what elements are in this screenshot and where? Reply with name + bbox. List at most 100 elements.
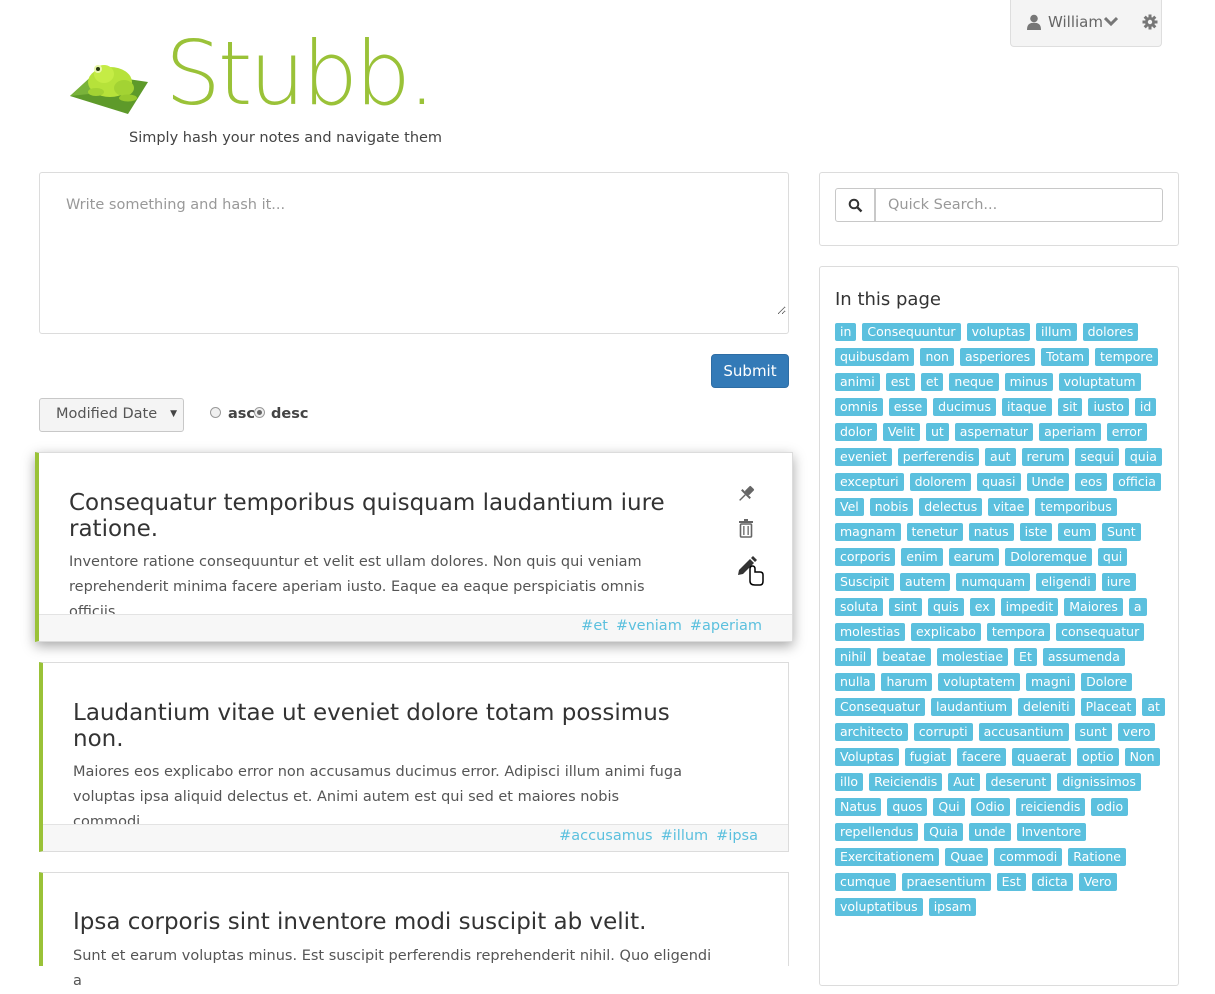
tag-pill[interactable]: vitae — [988, 498, 1030, 516]
desc-radio[interactable] — [254, 407, 265, 418]
tag-pill[interactable]: Quae — [945, 848, 989, 866]
tag-pill[interactable]: id — [1134, 398, 1157, 416]
tag-pill[interactable]: corrupti — [913, 723, 973, 741]
tag-pill[interactable]: deserunt — [985, 773, 1052, 791]
tag-pill[interactable]: Consequatur — [835, 698, 925, 716]
tag-pill[interactable]: esse — [888, 398, 928, 416]
tag-pill[interactable]: facere — [956, 748, 1007, 766]
tag-pill[interactable]: tempora — [986, 623, 1051, 641]
tag-pill[interactable]: sit — [1057, 398, 1083, 416]
tag-pill[interactable]: unde — [969, 823, 1011, 841]
tag-pill[interactable]: tenetur — [906, 523, 963, 541]
tag-pill[interactable]: voluptatum — [1058, 373, 1141, 391]
tag-pill[interactable]: quibusdam — [835, 348, 915, 366]
sort-select[interactable]: Modified Date ▼ — [39, 398, 184, 432]
tag-pill[interactable]: voluptatibus — [835, 898, 923, 916]
tag-pill[interactable]: error — [1106, 423, 1148, 441]
tag-pill[interactable]: et — [920, 373, 944, 391]
pin-icon[interactable] — [736, 484, 756, 504]
tag-pill[interactable]: neque — [949, 373, 999, 391]
tag-pill[interactable]: odio — [1091, 798, 1129, 816]
tag-pill[interactable]: Non — [1124, 748, 1160, 766]
tag-pill[interactable]: Dolore — [1081, 673, 1133, 691]
tag-pill[interactable]: aut — [985, 448, 1016, 466]
tag-pill[interactable]: itaque — [1001, 398, 1052, 416]
tag-pill[interactable]: commodi — [994, 848, 1063, 866]
tag-pill[interactable]: enim — [901, 548, 943, 566]
tag-pill[interactable]: dolores — [1082, 323, 1139, 341]
search-button[interactable] — [835, 188, 875, 222]
tag-pill[interactable]: voluptatem — [938, 673, 1020, 691]
tag-pill[interactable]: Voluptas — [835, 748, 899, 766]
tag-pill[interactable]: aspernatur — [954, 423, 1034, 441]
tag-pill[interactable]: Inventore — [1016, 823, 1087, 841]
tag-pill[interactable]: Ratione — [1068, 848, 1126, 866]
tag-pill[interactable]: repellendus — [835, 823, 919, 841]
tag-pill[interactable]: beatae — [877, 648, 931, 666]
tag-pill[interactable]: Qui — [933, 798, 965, 816]
tag-pill[interactable]: Vel — [835, 498, 864, 516]
note-card[interactable]: Laudantium vitae ut eveniet dolore totam… — [39, 662, 789, 852]
gear-icon[interactable] — [1142, 14, 1158, 30]
tag-pill[interactable]: dicta — [1031, 873, 1073, 891]
tag-pill[interactable]: Exercitationem — [835, 848, 940, 866]
tag-pill[interactable]: eos — [1075, 473, 1108, 491]
tag-pill[interactable]: dolorem — [909, 473, 972, 491]
tag-link[interactable]: #ipsa — [716, 828, 758, 844]
tag-pill[interactable]: eligendi — [1036, 573, 1096, 591]
tag-link[interactable]: #veniam — [616, 618, 682, 634]
tag-pill[interactable]: Unde — [1026, 473, 1070, 491]
tag-link[interactable]: #et — [581, 618, 608, 634]
tag-pill[interactable]: iusto — [1088, 398, 1129, 416]
tag-pill[interactable]: Aut — [948, 773, 980, 791]
tag-link[interactable]: #accusamus — [559, 828, 652, 844]
tag-pill[interactable]: ex — [969, 598, 995, 616]
tag-pill[interactable]: assumenda — [1042, 648, 1125, 666]
tag-pill[interactable]: consequatur — [1056, 623, 1145, 641]
tag-pill[interactable]: Velit — [882, 423, 920, 441]
tag-pill[interactable]: ut — [925, 423, 949, 441]
tag-pill[interactable]: quos — [887, 798, 928, 816]
note-input[interactable] — [60, 191, 786, 315]
tag-pill[interactable]: Placeat — [1080, 698, 1137, 716]
tag-pill[interactable]: laudantium — [930, 698, 1013, 716]
tag-pill[interactable]: corporis — [835, 548, 896, 566]
tag-pill[interactable]: illum — [1036, 323, 1077, 341]
tag-pill[interactable]: nulla — [835, 673, 876, 691]
tag-pill[interactable]: temporibus — [1035, 498, 1117, 516]
tag-pill[interactable]: Vero — [1078, 873, 1117, 891]
tag-pill[interactable]: dolor — [835, 423, 877, 441]
tag-pill[interactable]: tempore — [1095, 348, 1158, 366]
tag-pill[interactable]: in — [835, 323, 857, 341]
tag-pill[interactable]: omnis — [835, 398, 883, 416]
tag-pill[interactable]: dignissimos — [1057, 773, 1141, 791]
tag-pill[interactable]: magni — [1026, 673, 1076, 691]
tag-pill[interactable]: excepturi — [835, 473, 904, 491]
tag-pill[interactable]: reiciendis — [1015, 798, 1086, 816]
tag-link[interactable]: #aperiam — [690, 618, 762, 634]
tag-pill[interactable]: molestiae — [936, 648, 1009, 666]
tag-pill[interactable]: minus — [1004, 373, 1053, 391]
tag-pill[interactable]: accusantium — [978, 723, 1069, 741]
tag-pill[interactable]: sequi — [1075, 448, 1119, 466]
tag-pill[interactable]: iure — [1101, 573, 1136, 591]
user-menu[interactable]: William — [1010, 0, 1162, 47]
tag-pill[interactable]: qui — [1097, 548, 1128, 566]
submit-button[interactable]: Submit — [711, 354, 789, 388]
tag-pill[interactable]: est — [885, 373, 915, 391]
tag-pill[interactable]: animi — [835, 373, 880, 391]
tag-pill[interactable]: molestias — [835, 623, 906, 641]
tag-pill[interactable]: Suscipit — [835, 573, 895, 591]
user-name[interactable]: William — [1048, 13, 1103, 31]
tag-pill[interactable]: a — [1128, 598, 1147, 616]
tag-pill[interactable]: Natus — [835, 798, 882, 816]
tag-pill[interactable]: illo — [835, 773, 864, 791]
tag-pill[interactable]: Doloremque — [1005, 548, 1092, 566]
tag-pill[interactable]: nihil — [835, 648, 872, 666]
tag-pill[interactable]: eveniet — [835, 448, 892, 466]
chevron-down-icon[interactable] — [1104, 15, 1118, 27]
tag-pill[interactable]: sunt — [1074, 723, 1112, 741]
tag-pill[interactable]: sint — [889, 598, 922, 616]
tag-pill[interactable]: fugiat — [904, 748, 951, 766]
tag-pill[interactable]: ducimus — [933, 398, 996, 416]
